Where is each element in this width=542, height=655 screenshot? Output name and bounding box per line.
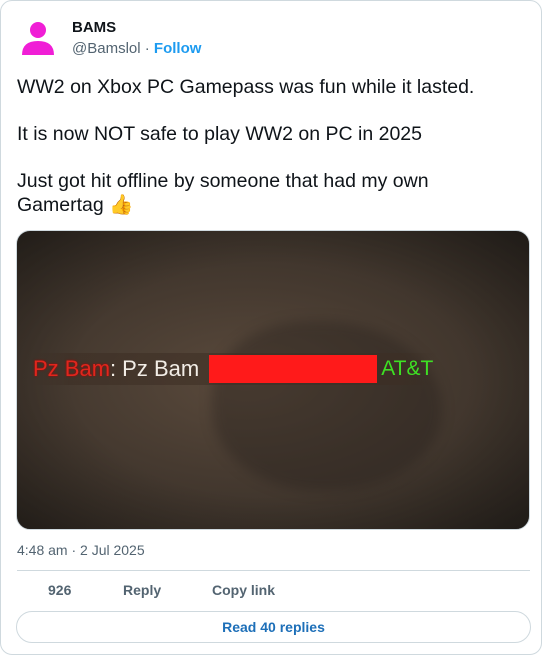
killfeed-name: Pz Bam: [122, 356, 200, 381]
tweet-paragraph: It is now NOT safe to play WW2 on PC in …: [17, 123, 422, 145]
follow-button[interactable]: Follow: [154, 40, 202, 57]
killfeed-colon: :: [110, 356, 117, 381]
like-count[interactable]: 926: [48, 582, 71, 598]
tweet-media-image[interactable]: Pz Bam : Pz Bam AT&T: [16, 230, 530, 530]
avatar-icon[interactable]: [18, 17, 58, 57]
author-handle[interactable]: @Bamslol: [72, 40, 141, 57]
read-replies-button[interactable]: Read 40 replies: [16, 611, 531, 643]
tweet-paragraph: Just got hit offline by someone that had…: [17, 170, 429, 216]
tweet-card: BAMS @Bamslol · Follow WW2 on Xbox PC Ga…: [0, 0, 542, 655]
reply-button[interactable]: Reply: [123, 582, 161, 598]
tweet-timestamp[interactable]: 4:48 am · 2 Jul 2025: [17, 542, 145, 558]
author-handle-row: @Bamslol · Follow: [72, 40, 201, 57]
separator: ·: [144, 40, 150, 57]
author-name[interactable]: BAMS: [72, 19, 116, 36]
tweet-text: WW2 on Xbox PC Gamepass was fun while it…: [17, 76, 517, 217]
divider: [17, 570, 530, 571]
killfeed-banner: Pz Bam : Pz Bam AT&T: [29, 353, 438, 385]
copy-link-button[interactable]: Copy link: [212, 582, 275, 598]
tweet-paragraph: WW2 on Xbox PC Gamepass was fun while it…: [17, 76, 475, 98]
killfeed-isp: AT&T: [381, 357, 434, 380]
killfeed-prefix: Pz Bam: [33, 356, 111, 381]
redaction-bar: [209, 355, 378, 383]
